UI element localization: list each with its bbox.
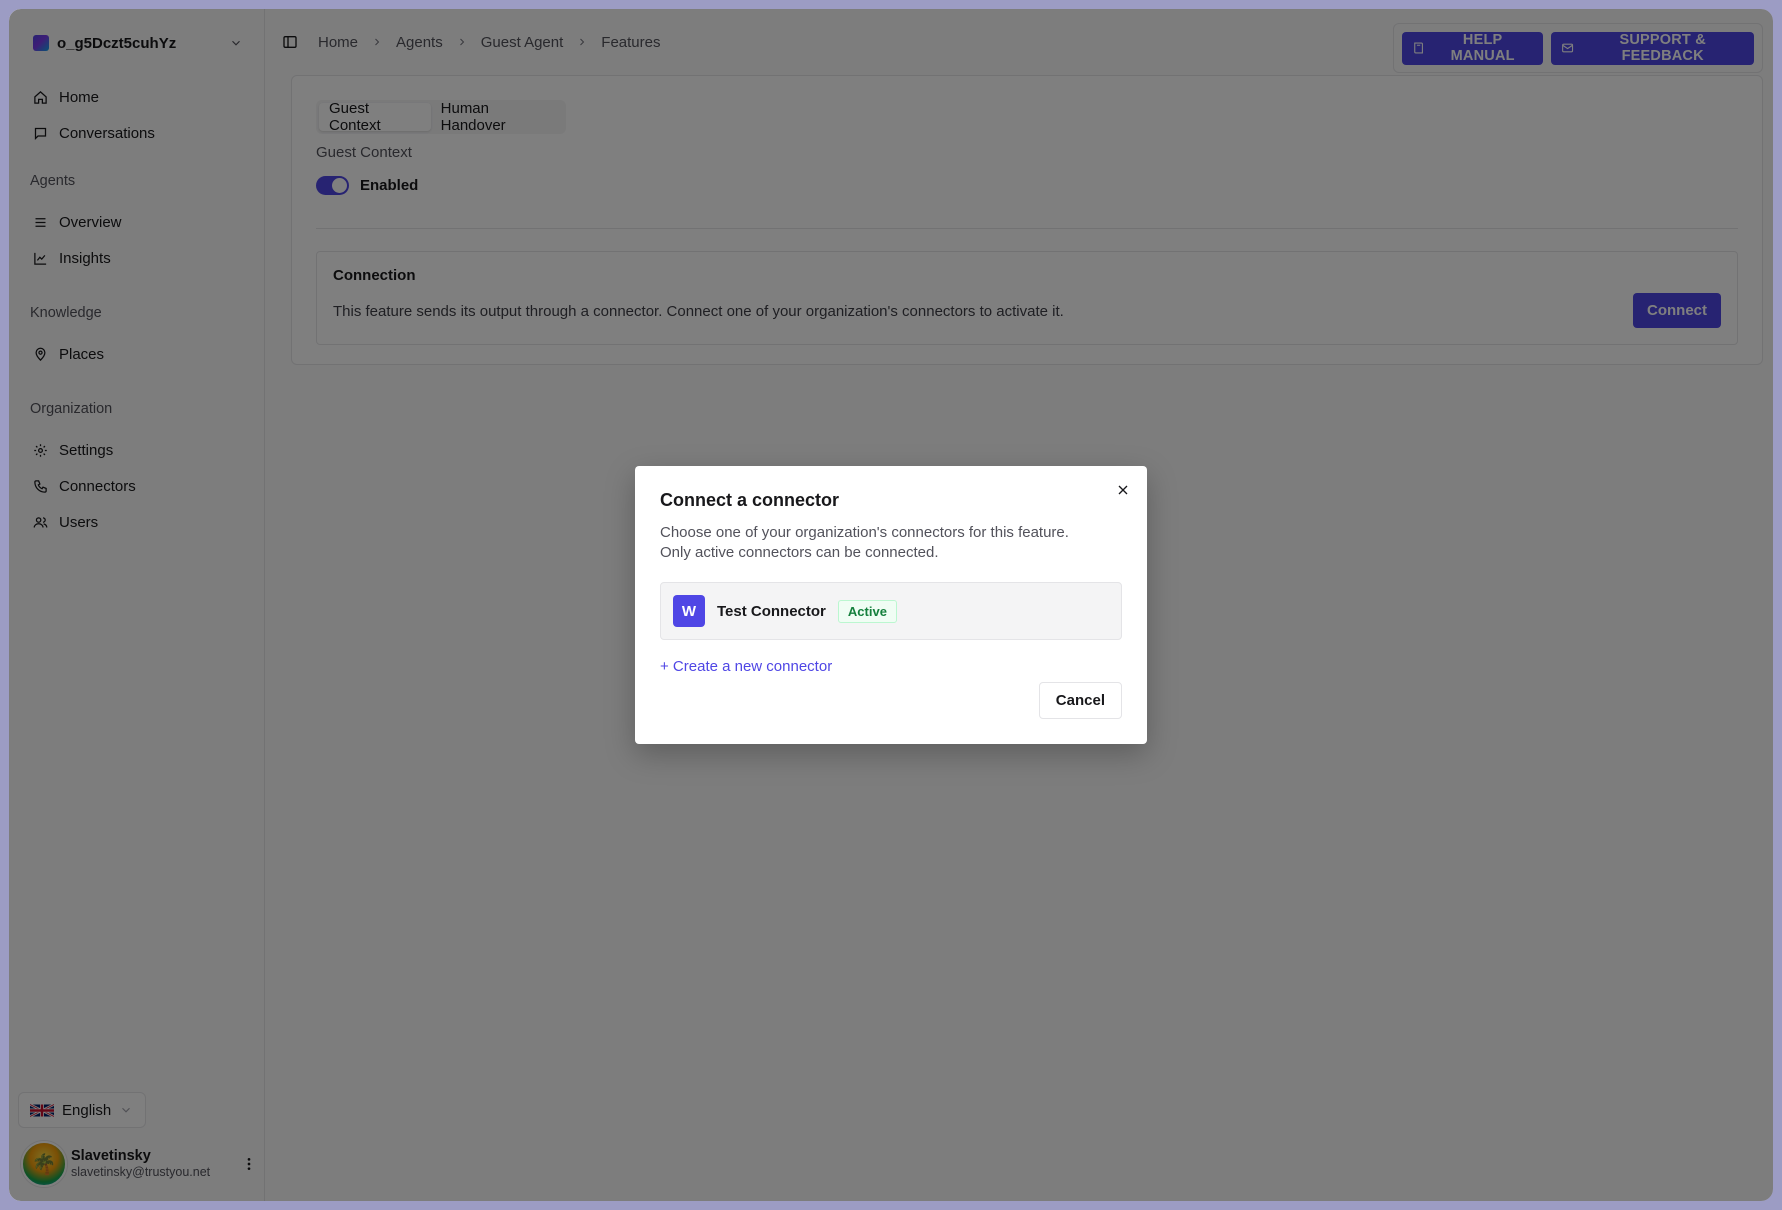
connector-option[interactable]: W Test Connector Active <box>660 582 1122 640</box>
close-icon[interactable] <box>1115 482 1131 498</box>
connect-connector-dialog: Connect a connector Choose one of your o… <box>635 466 1147 744</box>
connector-initial-icon: W <box>673 595 705 627</box>
dialog-title: Connect a connector <box>660 490 840 510</box>
status-badge: Active <box>837 599 897 623</box>
cancel-button[interactable]: Cancel <box>1038 682 1122 719</box>
dialog-description: Choose one of your organization's connec… <box>660 524 1069 561</box>
create-connector-link[interactable]: + Create a new connector <box>660 658 832 675</box>
app-window: o_g5Dczt5cuhYz Home Conversations Agents… <box>9 9 1773 1201</box>
connector-name: Test Connector <box>717 602 826 620</box>
